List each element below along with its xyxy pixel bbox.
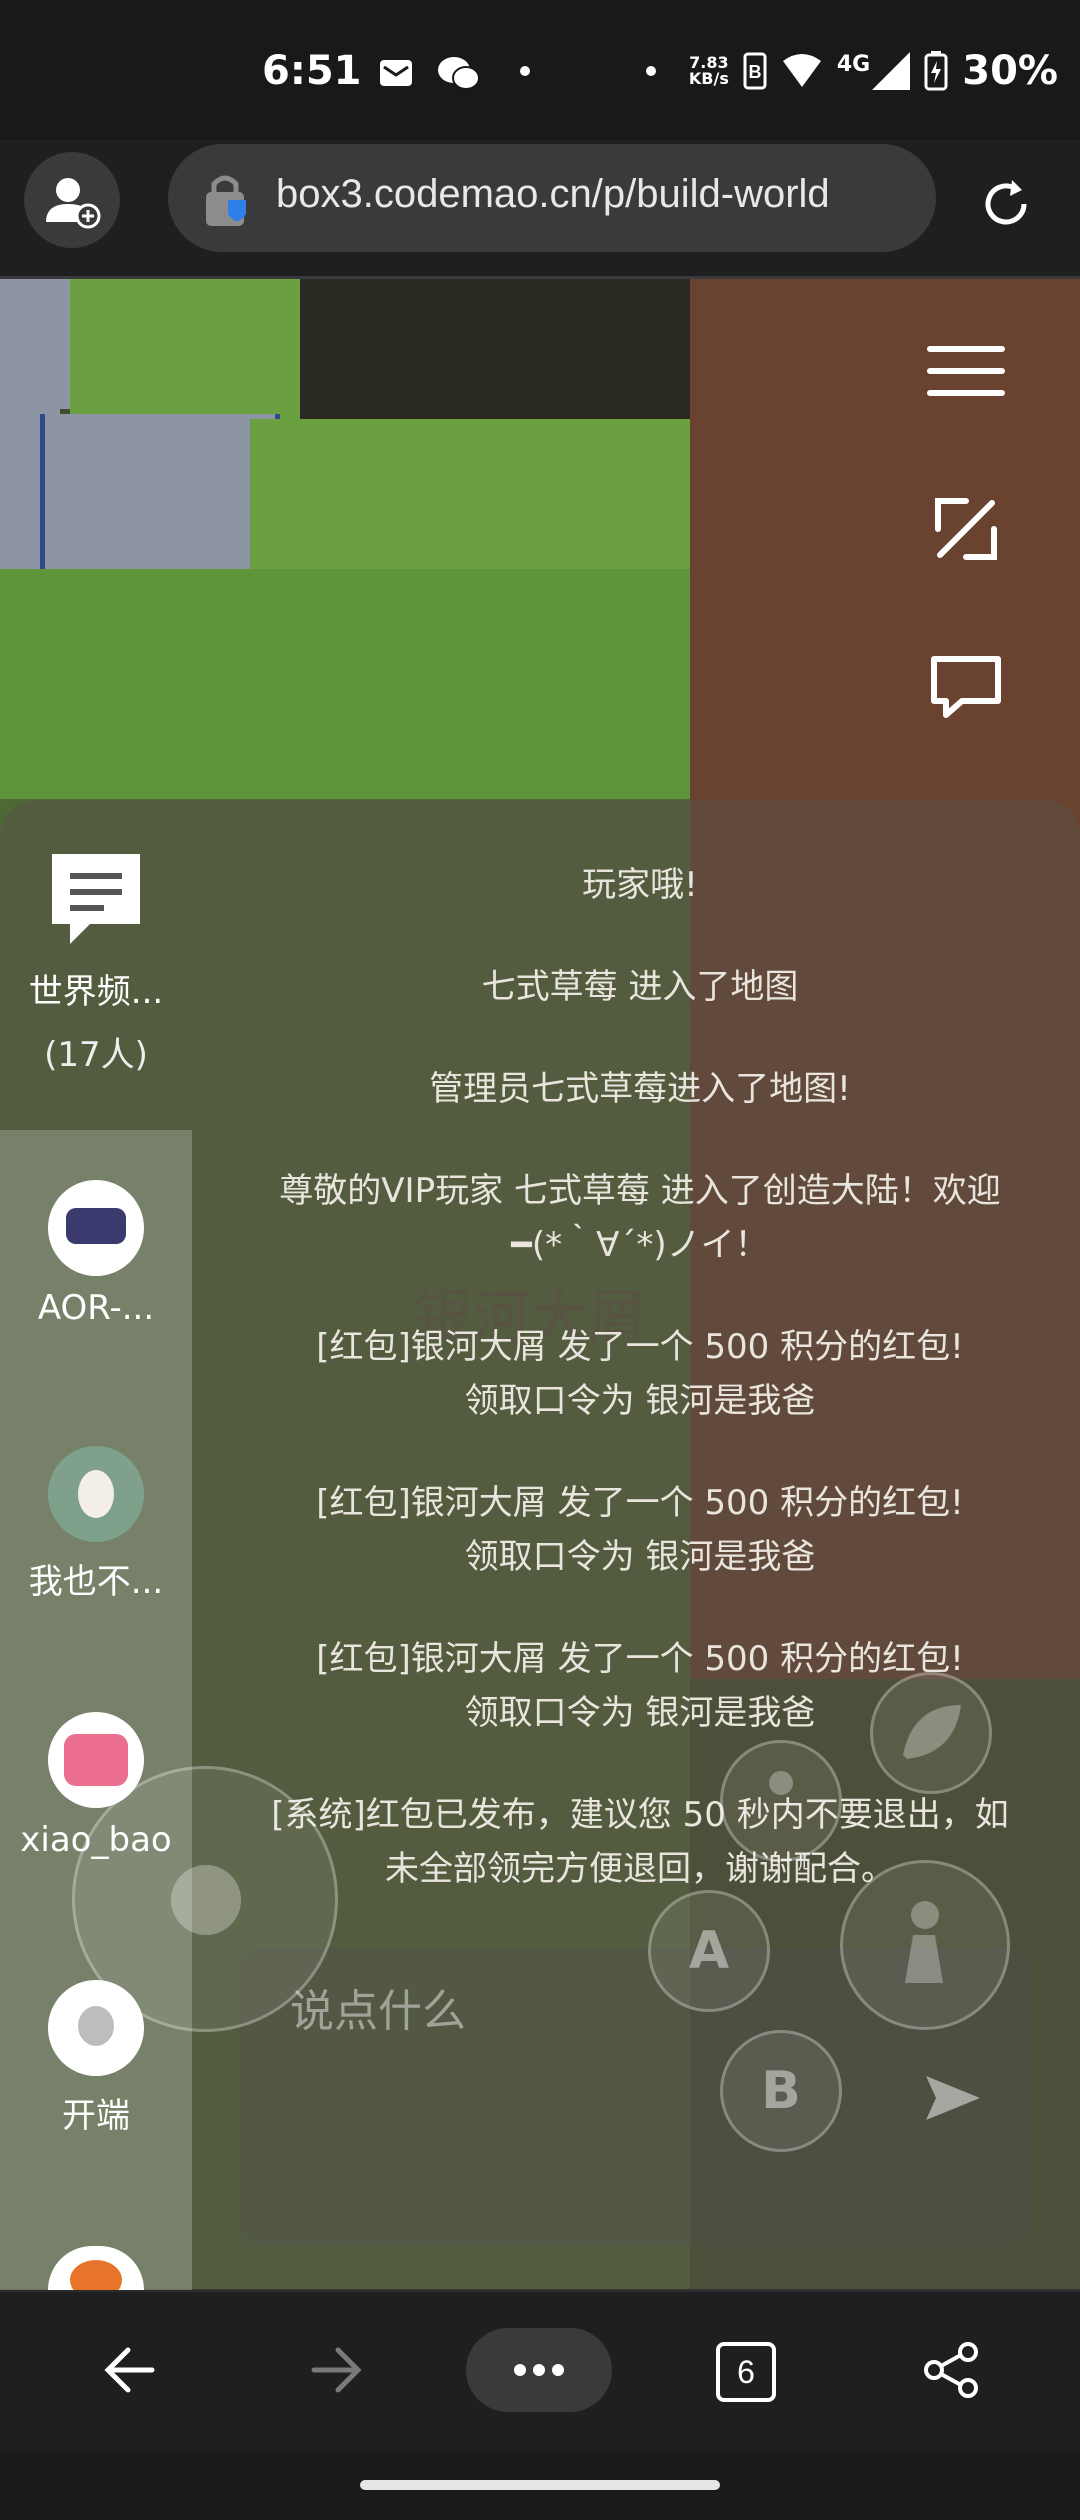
battery-icon [924,51,948,91]
player-item[interactable]: 我也不... [0,1446,192,1603]
jump-icon [905,1901,943,1983]
url-text[interactable]: box3.codemao.cn/p/build-world [276,172,830,217]
player-name: 开端 [62,2096,130,2136]
player-name: AOR-... [37,1288,155,1328]
battery-percent: 30% [962,48,1058,94]
svg-text:B: B [748,62,761,82]
chat-message: 领取口令为 银河是我爸 [464,1381,816,1421]
chat-message: 管理员七式草莓进入了地图! [429,1069,851,1109]
home-indicator[interactable] [360,2480,720,2490]
refresh-icon[interactable] [978,176,1034,232]
send-icon[interactable] [922,2072,984,2124]
joystick-thumb[interactable] [171,1865,241,1935]
secure-lock-icon [206,175,246,226]
world-channel-item[interactable]: 世界频... (17人) [0,848,192,1076]
more-dots-icon [514,2364,564,2376]
back-arrow-icon[interactable] [100,2340,160,2400]
b-button[interactable]: B [720,2030,842,2152]
joystick[interactable] [72,1766,338,2032]
world-channel-count: (17人) [44,1035,148,1075]
a-button[interactable]: A [648,1890,770,2012]
wechat-icon [438,57,480,90]
tabs-button[interactable]: 6 [716,2342,776,2402]
stone-block [40,414,280,579]
add-user-icon [46,178,101,229]
chat-message: 七式草莓 进入了地图 [481,967,799,1007]
chat-message: [红包]银河大屑 发了一个 500 积分的红包! [316,1483,964,1523]
chat-message: 领取口令为 银河是我爸 [464,1537,816,1577]
mail-icon [380,60,412,86]
chat-message: 玩家哦! [582,865,698,905]
grass-block [70,279,300,419]
status-time: 6:51 [262,48,362,94]
fullscreen-icon[interactable] [926,489,1006,569]
menu-icon[interactable] [926,329,1006,409]
avatar [48,1446,144,1542]
avatar [48,1180,144,1276]
leaf-icon [903,1705,961,1759]
world-channel-label: 世界频... [28,972,164,1012]
hd-icon: B [743,52,767,90]
figure-icon [769,1771,793,1795]
chat-bubble-icon[interactable] [926,649,1006,729]
forward-arrow-icon[interactable] [306,2340,366,2400]
status-right: 7.83 KB/s B 4G 30% [689,48,1058,94]
player-name: 我也不... [28,1562,164,1602]
status-bar: 6:51 7.83 KB/s B 4G 30% [0,0,1080,140]
wifi-icon [782,54,821,87]
profile-button[interactable] [24,152,120,248]
notification-dot [646,66,656,76]
share-icon[interactable] [922,2340,982,2400]
chat-message: [系统]红包已发布，建议您 50 秒内不要退出，如 [271,1795,1009,1835]
player-item[interactable]: AOR-... [0,1180,192,1328]
action-button[interactable] [720,1740,842,1862]
cell-signal: 4G [837,52,911,90]
shadow-block [300,279,700,439]
net-speed: 7.83 KB/s [688,53,729,88]
chat-message: [红包]银河大屑 发了一个 500 积分的红包! [316,1327,964,1367]
jump-button[interactable] [840,1860,1010,2030]
skill-button[interactable] [870,1672,992,1794]
more-menu-button[interactable] [466,2328,612,2412]
chat-message: 尊敬的VIP玩家 七式草莓 进入了创造大陆！欢迎 [279,1171,1001,1211]
message-icon [52,854,140,944]
chat-message: ━(*｀∀´*)ノイ！ [511,1225,769,1265]
chat-input-placeholder[interactable]: 说点什么 [290,1975,466,2039]
notification-dot [520,66,530,76]
